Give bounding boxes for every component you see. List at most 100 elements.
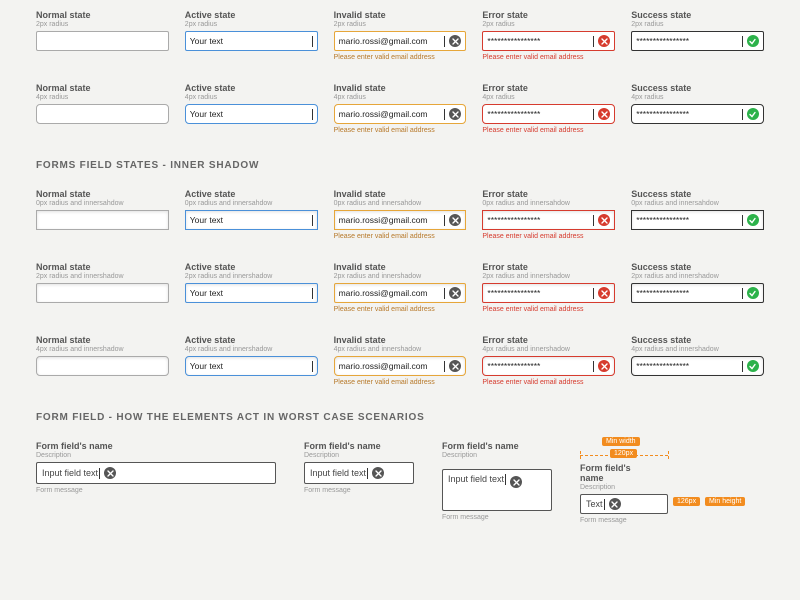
text-input-normal[interactable]	[36, 104, 169, 124]
text-cursor	[593, 288, 594, 299]
text-input-normal[interactable]	[36, 356, 169, 376]
helper-text: Please enter valid email address	[482, 127, 615, 134]
clear-icon[interactable]	[449, 214, 461, 226]
error-icon	[598, 214, 610, 226]
text-cursor	[593, 36, 594, 47]
text-input-normal[interactable]	[36, 283, 169, 303]
radius-label: 4px radius and innershadow	[185, 346, 318, 353]
radius-label: 4px radius and innershadow	[334, 346, 467, 353]
section-heading-inner-shadow: FORMS FIELD STATES - INNER SHADOW	[36, 160, 764, 171]
text-cursor	[742, 36, 743, 47]
text-cursor	[99, 468, 100, 479]
clear-icon[interactable]	[372, 467, 384, 479]
state-label-active: Active state	[185, 83, 318, 93]
text-input-success[interactable]: ****************	[631, 283, 764, 303]
input-value: ****************	[636, 288, 741, 298]
clear-icon[interactable]	[510, 476, 522, 488]
text-input-invalid[interactable]: mario.rossi@gmail.com	[334, 210, 467, 230]
radius-label: 0px radius and innersahdow	[185, 200, 318, 207]
error-icon	[598, 360, 610, 372]
state-label-normal: Normal state	[36, 10, 169, 20]
state-label-error: Error state	[482, 189, 615, 199]
helper-text: Please enter valid email address	[334, 233, 467, 240]
section-heading-worst-case: FORM FIELD - HOW THE ELEMENTS ACT IN WOR…	[36, 412, 764, 423]
text-input-success[interactable]: ****************	[631, 356, 764, 376]
text-input-invalid[interactable]: mario.rossi@gmail.com	[334, 283, 467, 303]
text-cursor	[604, 499, 605, 510]
input-value: Your text	[190, 109, 311, 119]
text-input-invalid[interactable]: mario.rossi@gmail.com	[334, 104, 467, 124]
text-input-error[interactable]: ****************	[482, 31, 615, 51]
input-value: Your text	[190, 36, 311, 46]
text-cursor	[312, 288, 313, 299]
error-icon	[598, 35, 610, 47]
radius-label: 2px radius and innershadow	[631, 273, 764, 280]
input-value: ****************	[487, 288, 592, 298]
text-input-error[interactable]: ****************	[482, 283, 615, 303]
text-cursor	[444, 36, 445, 47]
input-value: Your text	[190, 215, 311, 225]
text-cursor	[593, 361, 594, 372]
state-label-success: Success state	[631, 83, 764, 93]
field-message: Form message	[580, 517, 710, 524]
input-value: mario.rossi@gmail.com	[339, 36, 444, 46]
text-cursor	[444, 361, 445, 372]
text-cursor	[593, 109, 594, 120]
text-input-error[interactable]: ****************	[482, 104, 615, 124]
radius-label: 0px radius and innersahdow	[36, 200, 169, 207]
success-icon	[747, 35, 759, 47]
clear-icon[interactable]	[449, 108, 461, 120]
state-label-normal: Normal state	[36, 83, 169, 93]
state-label-success: Success state	[631, 10, 764, 20]
text-cursor	[444, 288, 445, 299]
state-label-invalid: Invalid state	[334, 10, 467, 20]
radius-label: 4px radius and innershadow	[482, 346, 615, 353]
radius-label: 2px radius and innershadow	[185, 273, 318, 280]
clear-icon[interactable]	[104, 467, 116, 479]
radius-label: 2px radius and innershadow	[334, 273, 467, 280]
success-icon	[747, 214, 759, 226]
state-label-error: Error state	[482, 10, 615, 20]
state-label-success: Success state	[631, 335, 764, 345]
field-name: Form field's name	[36, 441, 276, 451]
state-label-normal: Normal state	[36, 335, 169, 345]
text-input-active[interactable]: Your text	[185, 31, 318, 51]
text-cursor	[367, 468, 368, 479]
clear-icon[interactable]	[449, 35, 461, 47]
text-cursor	[312, 361, 313, 372]
state-label-error: Error state	[482, 262, 615, 272]
text-input-active[interactable]: Your text	[185, 356, 318, 376]
state-label-active: Active state	[185, 189, 318, 199]
text-cursor	[505, 474, 506, 485]
text-input-invalid[interactable]: mario.rossi@gmail.com	[334, 356, 467, 376]
text-input-active[interactable]: Your text	[185, 283, 318, 303]
text-input-success[interactable]: ****************	[631, 210, 764, 230]
input-value: ****************	[487, 215, 592, 225]
text-input-invalid[interactable]: mario.rossi@gmail.com	[334, 31, 467, 51]
text-input-success[interactable]: ****************	[631, 104, 764, 124]
clear-icon[interactable]	[449, 360, 461, 372]
input-value: Input field text	[448, 474, 504, 484]
text-input-active[interactable]: Your text	[185, 210, 318, 230]
annotation-width-value: 120px	[610, 449, 637, 458]
text-input-tall[interactable]: Input field text	[442, 469, 552, 511]
clear-icon[interactable]	[449, 287, 461, 299]
text-input-medium[interactable]: Input field text	[304, 462, 414, 484]
text-input-min[interactable]: Text 126px Min height	[580, 494, 668, 514]
text-input-error[interactable]: ****************	[482, 210, 615, 230]
clear-icon[interactable]	[609, 498, 621, 510]
text-input-error[interactable]: ****************	[482, 356, 615, 376]
radius-label: 4px radius	[185, 94, 318, 101]
text-input-normal[interactable]	[36, 210, 169, 230]
state-label-error: Error state	[482, 335, 615, 345]
text-input-active[interactable]: Your text	[185, 104, 318, 124]
text-cursor	[312, 109, 313, 120]
field-message: Form message	[36, 487, 276, 494]
text-input-wide[interactable]: Input field text	[36, 462, 276, 484]
input-value: mario.rossi@gmail.com	[339, 288, 444, 298]
radius-label: 4px radius and innershadow	[631, 346, 764, 353]
field-name: Form field's name	[304, 441, 414, 451]
text-input-normal[interactable]	[36, 31, 169, 51]
text-cursor	[742, 361, 743, 372]
text-input-success[interactable]: ****************	[631, 31, 764, 51]
